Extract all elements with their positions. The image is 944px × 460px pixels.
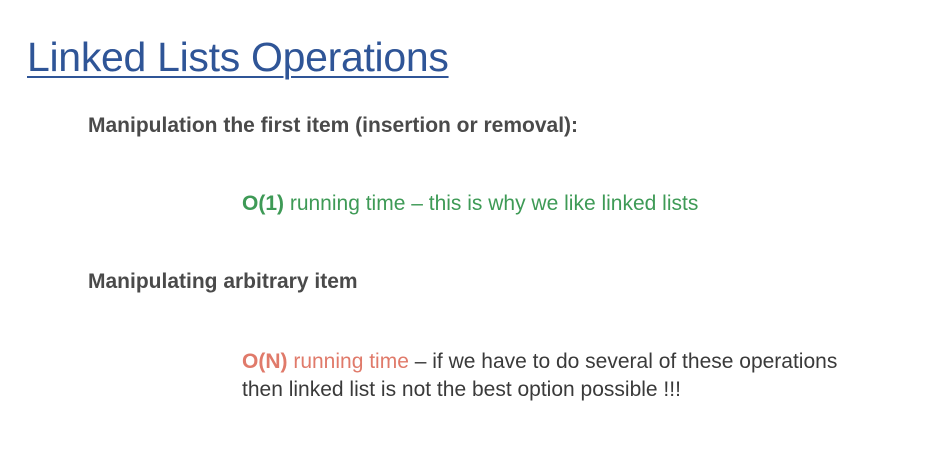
arbitrary-item-line-2: then linked list is not the best option … [242,378,681,401]
first-item-complexity-line: O(1) running time – this is why we like … [242,190,698,218]
linear-time-label: O(N) [242,350,288,373]
slide-title: Linked Lists Operations [27,34,449,80]
linear-time-explanation: – if we have to do several of these oper… [408,350,838,373]
constant-time-label: O(1) [242,192,284,215]
linear-time-running-time: running time [287,350,409,373]
arbitrary-item-complexity-block: O(N) running time – if we have to do sev… [242,348,837,404]
constant-time-description: running time – this is why we like linke… [284,192,699,215]
arbitrary-item-line-1: O(N) running time – if we have to do sev… [242,348,837,376]
arbitrary-item-heading: Manipulating arbitrary item [88,270,358,293]
first-item-heading: Manipulation the first item (insertion o… [88,114,579,137]
